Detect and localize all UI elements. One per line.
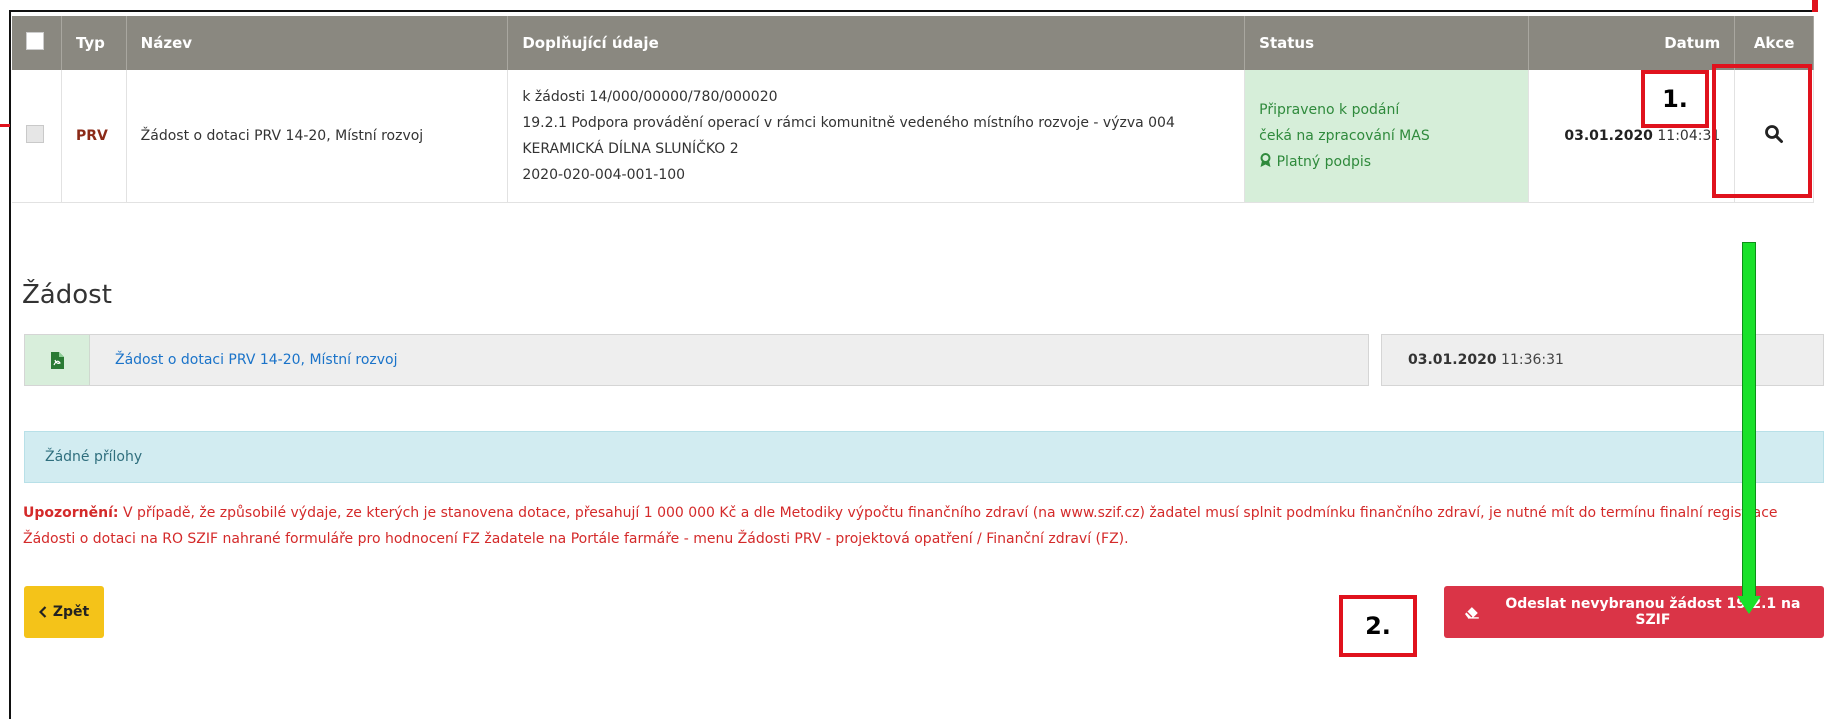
document-date-value: 03.01.2020 <box>1408 352 1497 368</box>
extra-line: 2020-020-004-001-100 <box>522 167 686 183</box>
header-akce: Akce <box>1734 16 1814 70</box>
document-link[interactable]: Žádost o dotaci PRV 14-20, Místní rozvoj <box>115 335 398 385</box>
table-row: PRV Žádost o dotaci PRV 14-20, Místní ro… <box>12 70 1814 203</box>
annotation-akce-highlight <box>1712 64 1812 198</box>
document-time-value: 11:36:31 <box>1501 352 1564 368</box>
document-row: Žádost o dotaci PRV 14-20, Místní rozvoj <box>24 334 1369 386</box>
header-select-all[interactable] <box>12 16 62 70</box>
applications-table: Typ Název Doplňující údaje Status Datum … <box>12 16 1814 203</box>
header-status[interactable]: Status <box>1244 16 1530 70</box>
status-line-2: čeká na zpracování MAS <box>1259 128 1430 144</box>
row-checkbox[interactable] <box>26 125 44 143</box>
row-status: Připraveno k podání čeká na zpracování M… <box>1244 70 1530 203</box>
row-date: 03.01.2020 <box>1564 128 1653 144</box>
send-button-label: Odeslat nevybranou žádost 19.2.1 na SZIF <box>1505 596 1801 628</box>
header-typ[interactable]: Typ <box>61 16 127 70</box>
eraser-icon <box>1464 607 1479 619</box>
section-title: Žádost <box>22 280 112 310</box>
annotation-step-2: 2. <box>1339 595 1417 657</box>
row-doplnujici: k žádosti 14/000/00000/780/000020 19.2.1… <box>507 70 1246 203</box>
award-icon <box>1260 153 1271 167</box>
send-unselected-application-button[interactable]: Odeslat nevybranou žádost 19.2.1 na SZIF <box>1444 586 1824 638</box>
status-signature: Platný podpis <box>1259 149 1514 175</box>
frame-border-left <box>9 10 11 719</box>
annotation-arrow-shaft <box>1742 242 1756 598</box>
chevron-left-icon <box>38 606 47 618</box>
header-doplnujici[interactable]: Doplňující údaje <box>507 16 1246 70</box>
back-button-label: Zpět <box>52 604 90 620</box>
select-all-checkbox[interactable] <box>26 32 44 50</box>
frame-border-top <box>9 10 1815 12</box>
row-typ: PRV <box>61 70 127 203</box>
row-time: 11:04:31 <box>1657 128 1721 144</box>
table-header-row: Typ Název Doplňující údaje Status Datum … <box>12 16 1814 70</box>
extra-line: KERAMICKÁ DÍLNA SLUNÍČKO 2 <box>522 141 739 157</box>
annotation-mark-left <box>0 124 10 127</box>
header-datum[interactable]: Datum <box>1528 16 1736 70</box>
pdf-icon <box>51 351 64 369</box>
annotation-step-1: 1. <box>1641 70 1709 128</box>
document-date: 03.01.2020 11:36:31 <box>1381 334 1824 386</box>
back-button[interactable]: Zpět <box>24 586 104 638</box>
attachments-info: Žádné přílohy <box>24 431 1824 483</box>
annotation-arrow-head <box>1737 596 1761 614</box>
signature-label: Platný podpis <box>1276 154 1372 170</box>
pdf-icon-cell <box>25 335 90 385</box>
header-nazev[interactable]: Název <box>126 16 509 70</box>
extra-line: 19.2.1 Podpora provádění operací v rámci… <box>522 115 1175 131</box>
warning-text: Upozornění: V případě, že způsobilé výda… <box>23 500 1793 552</box>
row-nazev: Žádost o dotaci PRV 14-20, Místní rozvoj <box>126 70 509 203</box>
status-line-1: Připraveno k podání <box>1259 102 1400 118</box>
row-select-cell[interactable] <box>12 70 62 203</box>
extra-line: k žádosti 14/000/00000/780/000020 <box>522 89 778 105</box>
warning-label: Upozornění: <box>23 505 119 521</box>
annotation-mark-top <box>1812 0 1818 12</box>
warning-body: V případě, že způsobilé výdaje, ze který… <box>23 505 1778 547</box>
